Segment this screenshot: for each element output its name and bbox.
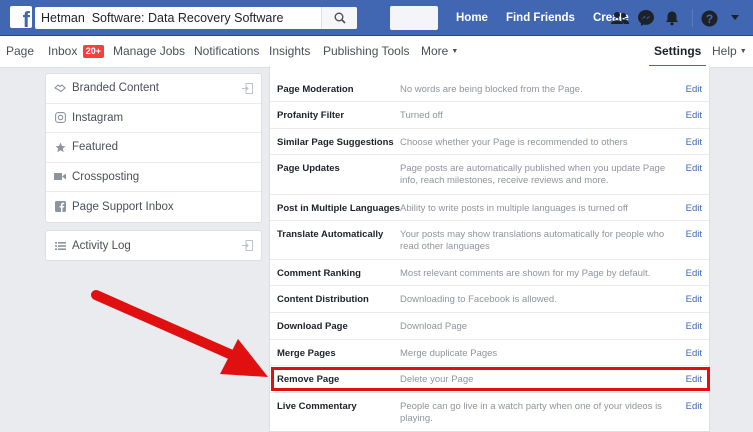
- red-arrow-icon: [91, 290, 268, 377]
